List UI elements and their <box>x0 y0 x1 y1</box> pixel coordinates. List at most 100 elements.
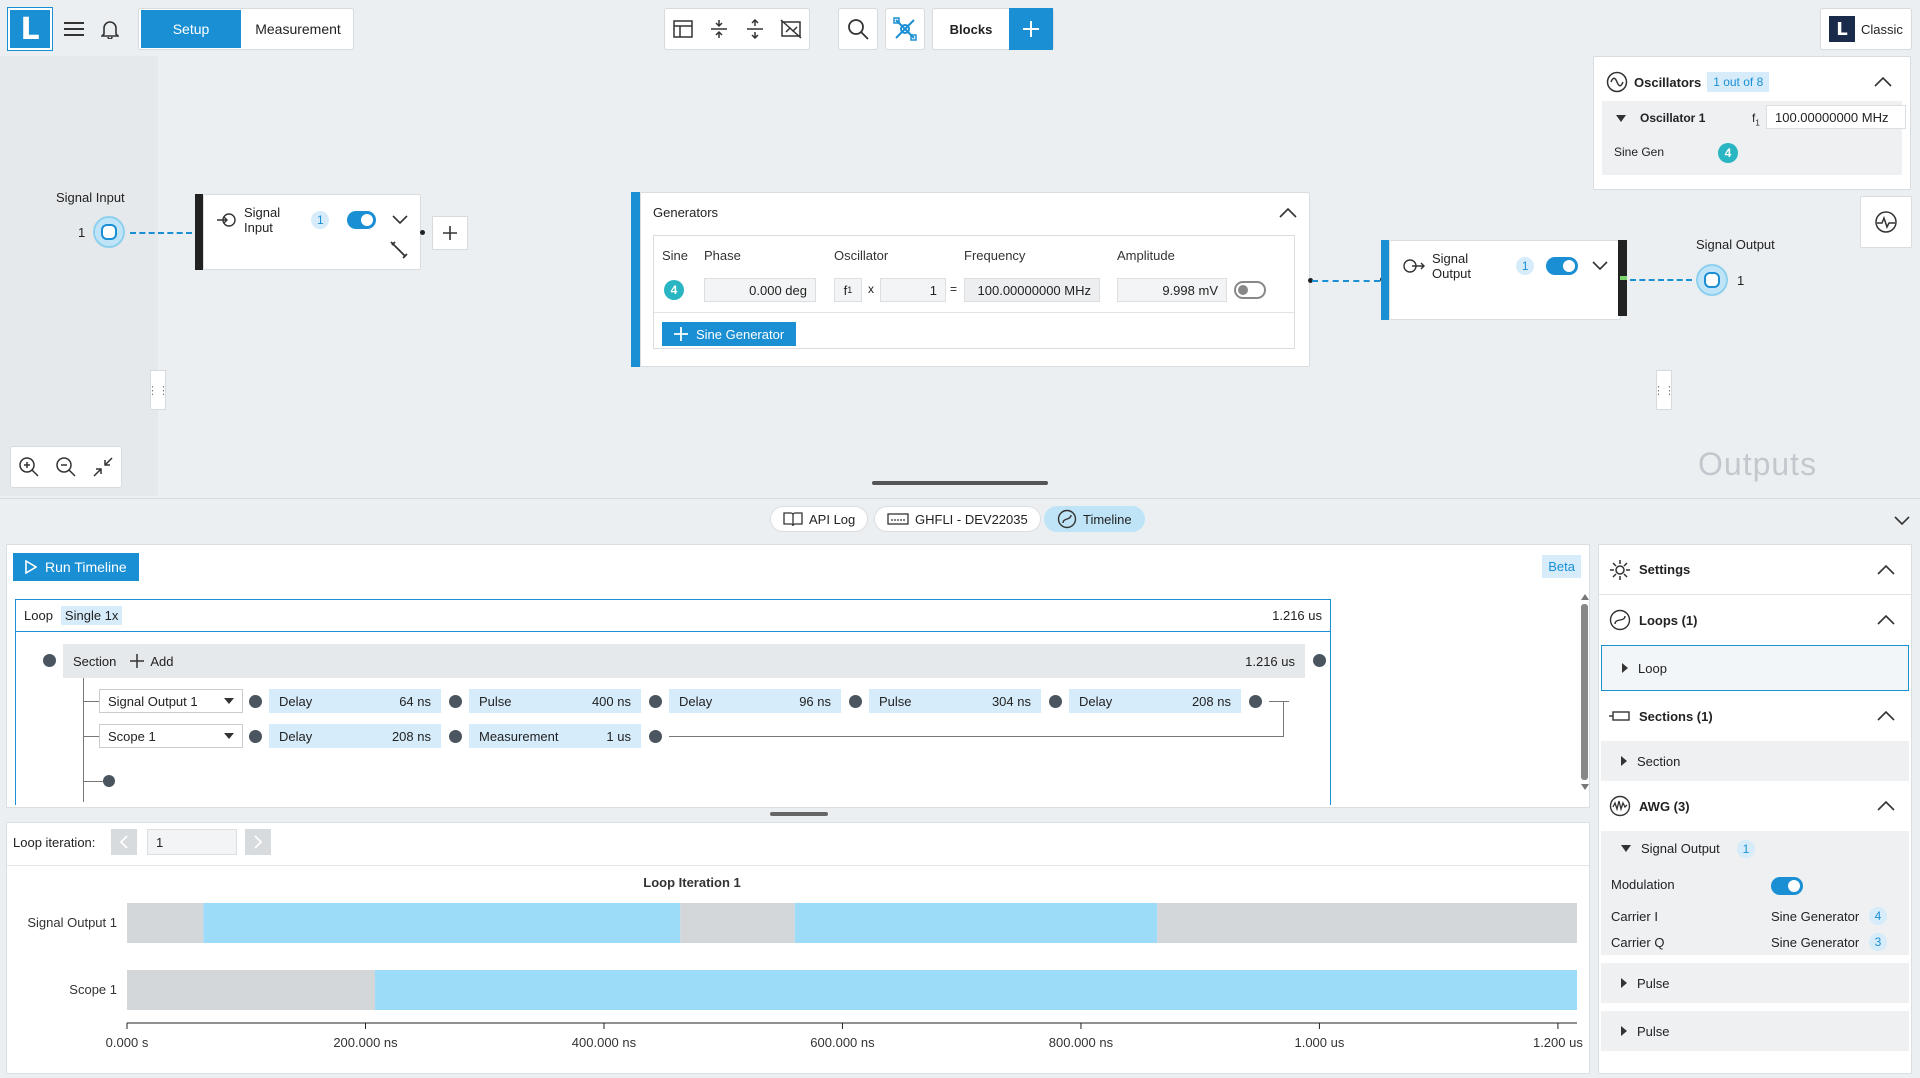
probe-icon[interactable] <box>388 239 410 261</box>
section-start-dot[interactable] <box>43 654 56 667</box>
section-bar[interactable]: Section Add 1.216 us <box>63 644 1305 678</box>
add-sine-generator-button[interactable]: Sine Generator <box>662 322 797 346</box>
section-end-dot[interactable] <box>1313 654 1326 667</box>
signal-input-toggle[interactable] <box>347 211 376 229</box>
tab-device[interactable]: GHFLI - DEV22035 <box>874 506 1041 532</box>
tab-measurement[interactable]: Measurement <box>243 10 353 48</box>
scope-button[interactable] <box>1860 196 1912 248</box>
chevron-up-icon[interactable] <box>1877 615 1895 625</box>
timeline-block[interactable]: Measurement 1 us <box>469 724 641 748</box>
bell-icon[interactable] <box>92 9 128 49</box>
carrier-i-value[interactable]: Sine Generator <box>1771 909 1859 924</box>
loop-icon <box>1609 609 1631 631</box>
modulation-toggle[interactable] <box>1771 877 1803 895</box>
tab-api-log[interactable]: API Log <box>770 506 869 532</box>
add-block-button[interactable] <box>1009 8 1053 50</box>
block-dot[interactable] <box>249 730 262 743</box>
sections-header[interactable]: Sections (1) <box>1599 691 1911 741</box>
chevron-up-icon[interactable] <box>1279 207 1297 218</box>
timeline-block[interactable]: Delay 208 ns <box>1069 689 1241 713</box>
drag-handle-icon[interactable]: ⋮⋮ <box>147 370 169 410</box>
settings-header[interactable]: Settings <box>1599 545 1911 595</box>
channel-select[interactable]: Scope 1 <box>99 724 243 748</box>
timeline-block[interactable]: Pulse 304 ns <box>869 689 1041 713</box>
signal-output-block[interactable]: Signal Output 1 <box>1389 240 1621 320</box>
scrollbar[interactable] <box>1581 593 1589 807</box>
caret-down-icon[interactable] <box>1616 115 1626 123</box>
chevron-down-icon[interactable] <box>392 215 408 225</box>
multiplier-input[interactable]: 1 <box>880 278 946 302</box>
section-item[interactable]: Section <box>1601 741 1909 781</box>
pulse-item[interactable]: Pulse <box>1601 1011 1909 1051</box>
signal-input-block[interactable]: Signal Input 1 <box>203 194 421 270</box>
loop-iteration-input[interactable]: 1 <box>147 829 237 855</box>
block-dot[interactable] <box>1249 695 1262 708</box>
block-handle[interactable] <box>195 194 203 270</box>
tab-setup[interactable]: Setup <box>141 10 241 48</box>
generators-handle[interactable] <box>631 192 640 367</box>
splitter-handle[interactable] <box>770 812 828 816</box>
timeline-block[interactable]: Delay 208 ns <box>269 724 441 748</box>
chevron-up-icon[interactable] <box>1877 801 1895 811</box>
chevron-up-icon[interactable] <box>1877 564 1895 575</box>
oscillator-select[interactable]: f1 <box>834 278 862 302</box>
timeline-block[interactable]: Delay 96 ns <box>669 689 841 713</box>
block-dot[interactable] <box>649 730 662 743</box>
block-dot[interactable] <box>1049 695 1062 708</box>
search-icon[interactable] <box>840 9 876 49</box>
classic-view-button[interactable]: L Classic <box>1820 8 1912 50</box>
prev-iteration-button[interactable] <box>111 829 137 855</box>
amplitude-input[interactable]: 9.998 mV <box>1117 278 1227 302</box>
loop-mode-badge[interactable]: Single 1x <box>60 606 123 625</box>
fit-view-icon[interactable] <box>92 456 114 478</box>
zoom-in-icon[interactable] <box>18 456 40 478</box>
chevron-up-icon[interactable] <box>1877 711 1895 721</box>
blocks-button[interactable]: Blocks <box>933 22 1009 37</box>
run-timeline-button[interactable]: Run Timeline <box>13 553 139 581</box>
add-channel-dot[interactable] <box>103 775 115 787</box>
sine-enable-toggle[interactable] <box>1234 281 1266 299</box>
section-label: Section <box>73 653 117 669</box>
signal-output-handle[interactable] <box>1381 240 1389 320</box>
signal-output-port[interactable] <box>1696 264 1728 296</box>
panel-resize-handle[interactable] <box>872 481 1048 485</box>
menu-icon[interactable] <box>56 9 92 49</box>
add-button[interactable]: Add <box>130 654 174 669</box>
loop-item[interactable]: Loop <box>1601 645 1909 691</box>
oscillator-frequency-input[interactable]: 100.00000000 MHz <box>1766 105 1906 129</box>
app-logo[interactable]: L <box>7 7 53 51</box>
expand-vertical-icon[interactable] <box>737 9 773 49</box>
block-dot[interactable] <box>249 695 262 708</box>
caret-down-icon[interactable] <box>1621 845 1631 853</box>
signal-input-port-number: 1 <box>78 225 86 240</box>
next-iteration-button[interactable] <box>245 829 271 855</box>
carrier-q-value[interactable]: Sine Generator <box>1771 935 1859 950</box>
loops-header[interactable]: Loops (1) <box>1599 595 1911 645</box>
signal-input-port[interactable] <box>93 216 125 248</box>
chevron-down-icon[interactable] <box>1894 516 1910 526</box>
layout-icon[interactable] <box>665 9 701 49</box>
zoom-out-icon[interactable] <box>55 456 77 478</box>
network-icon[interactable] <box>887 9 923 49</box>
block-dot[interactable] <box>449 695 462 708</box>
carrier-q-badge: 3 <box>1869 933 1887 951</box>
block-dot[interactable] <box>449 730 462 743</box>
timeline-block[interactable]: Delay 64 ns <box>269 689 441 713</box>
drag-handle-icon[interactable]: ⋮⋮ <box>1653 370 1675 410</box>
tab-timeline[interactable]: Timeline <box>1044 506 1145 532</box>
x-tick-label: 600.000 ns <box>810 1035 875 1050</box>
signal-output-toggle[interactable] <box>1546 257 1578 275</box>
chevron-up-icon[interactable] <box>1874 77 1892 87</box>
channel-select[interactable]: Signal Output 1 <box>99 689 243 713</box>
hide-connections-icon[interactable] <box>773 9 809 49</box>
awg-header[interactable]: AWG (3) <box>1599 781 1911 831</box>
collapse-vertical-icon[interactable] <box>701 9 737 49</box>
block-dot[interactable] <box>849 695 862 708</box>
chevron-down-icon[interactable] <box>1592 261 1608 271</box>
add-connection-button[interactable] <box>432 216 468 250</box>
block-dot[interactable] <box>649 695 662 708</box>
phase-input[interactable]: 0.000 deg <box>704 278 816 302</box>
classic-logo-icon: L <box>1829 16 1855 42</box>
pulse-item[interactable]: Pulse <box>1601 963 1909 1003</box>
timeline-block[interactable]: Pulse 400 ns <box>469 689 641 713</box>
